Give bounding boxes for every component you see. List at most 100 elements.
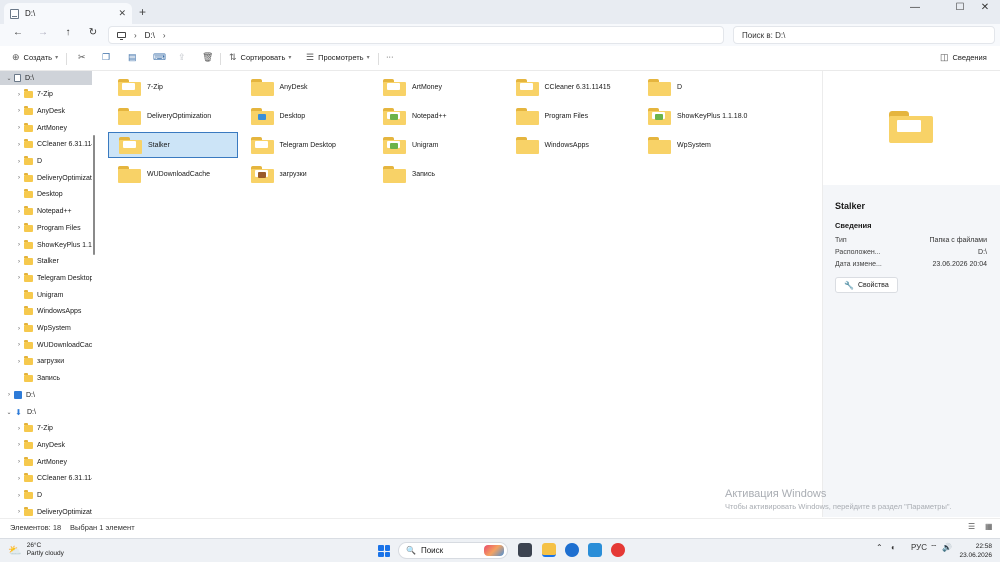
- chevron-right-icon[interactable]: ›: [14, 175, 24, 181]
- share-button[interactable]: ⇪: [178, 52, 190, 63]
- sidebar-item[interactable]: › CCleaner 6.31.114: [0, 472, 92, 486]
- folder-item[interactable]: CCleaner 6.31.11415: [506, 74, 636, 100]
- sidebar-item[interactable]: › ArtMoney: [0, 455, 92, 469]
- sidebar-item[interactable]: › Stalker: [0, 255, 92, 269]
- forward-button[interactable]: →: [35, 27, 51, 38]
- tiles-view-icon[interactable]: ▦: [985, 522, 993, 531]
- more-options-button[interactable]: ···: [386, 52, 394, 61]
- file-explorer-icon[interactable]: [542, 543, 556, 557]
- minimize-button[interactable]: —: [900, 2, 930, 13]
- cut-button[interactable]: ✂: [78, 52, 90, 63]
- chevron-right-icon[interactable]: ›: [14, 342, 24, 348]
- sidebar-item[interactable]: › D:\: [0, 388, 92, 402]
- folder-item[interactable]: Desktop: [241, 103, 371, 129]
- back-button[interactable]: ←: [10, 27, 26, 38]
- search-input[interactable]: Поиск в: D:\: [733, 26, 995, 44]
- sidebar-item[interactable]: › AnyDesk: [0, 104, 92, 118]
- sidebar-item[interactable]: › D: [0, 489, 92, 503]
- folder-item[interactable]: ArtMoney: [373, 74, 503, 100]
- folder-item[interactable]: Program Files: [506, 103, 636, 129]
- chevron-right-icon[interactable]: ›: [14, 426, 24, 432]
- clock[interactable]: 22:58 23.06.2026: [958, 542, 992, 560]
- sidebar-item[interactable]: › WpSystem: [0, 322, 92, 336]
- sidebar-item[interactable]: Запись: [0, 372, 92, 386]
- sidebar-item[interactable]: › загрузки: [0, 355, 92, 369]
- sidebar-item[interactable]: Desktop: [0, 188, 92, 202]
- chevron-down-icon[interactable]: ⌄: [4, 75, 14, 82]
- folder-item[interactable]: Notepad++: [373, 103, 503, 129]
- app-icon[interactable]: [588, 543, 602, 557]
- sidebar-item[interactable]: › ShowKeyPlus 1.1.: [0, 238, 92, 252]
- sidebar-item[interactable]: › AnyDesk: [0, 438, 92, 452]
- sidebar-item[interactable]: › D: [0, 155, 92, 169]
- sidebar-item[interactable]: › Telegram Desktop: [0, 271, 92, 285]
- task-view-icon[interactable]: [518, 543, 532, 557]
- folder-item[interactable]: Telegram Desktop: [241, 132, 371, 158]
- properties-button[interactable]: 🔧 Свойства: [835, 277, 898, 293]
- folder-item[interactable]: Unigram: [373, 132, 503, 158]
- tab-close-icon[interactable]: ✕: [118, 8, 126, 19]
- folder-item[interactable]: Stalker: [108, 132, 238, 158]
- chevron-right-icon[interactable]: ›: [4, 392, 14, 398]
- chevron-down-icon[interactable]: ⌄: [4, 409, 14, 416]
- folder-item[interactable]: WindowsApps: [506, 132, 636, 158]
- refresh-button[interactable]: ↻: [85, 27, 101, 38]
- folder-item[interactable]: загрузки: [241, 161, 371, 187]
- folder-item[interactable]: ShowKeyPlus 1.1.18.0: [638, 103, 768, 129]
- start-button[interactable]: [378, 545, 390, 557]
- chevron-right-icon[interactable]: ›: [14, 509, 24, 515]
- breadcrumb-d-drive[interactable]: D:\: [145, 31, 155, 40]
- weather-widget[interactable]: ⛅ 26°C Partly cloudy: [8, 542, 64, 558]
- sidebar-item[interactable]: › WUDownloadCac: [0, 338, 92, 352]
- folder-item[interactable]: AnyDesk: [241, 74, 371, 100]
- details-pane-button[interactable]: ◫ Сведения: [940, 52, 987, 63]
- paste-button[interactable]: ▤: [128, 52, 141, 63]
- close-button[interactable]: ✕: [970, 2, 1000, 13]
- chevron-right-icon[interactable]: ›: [14, 476, 24, 482]
- folder-item[interactable]: WUDownloadCache: [108, 161, 238, 187]
- sidebar-item[interactable]: › CCleaner 6.31.114: [0, 138, 92, 152]
- address-bar[interactable]: › D:\ ›: [108, 26, 724, 44]
- new-tab-button[interactable]: +: [139, 5, 146, 19]
- details-view-icon[interactable]: ☰: [968, 522, 975, 531]
- chevron-right-icon[interactable]: ›: [14, 459, 24, 465]
- sort-button[interactable]: ⇅ Сортировать ▾: [229, 52, 291, 63]
- chevron-right-icon[interactable]: ›: [14, 225, 24, 231]
- tab-d-drive[interactable]: D:\ ✕: [4, 3, 132, 24]
- chevron-right-icon[interactable]: ›: [14, 159, 24, 165]
- chevron-right-icon[interactable]: ›: [14, 92, 24, 98]
- rename-button[interactable]: ⌨: [153, 52, 170, 63]
- copy-button[interactable]: ❐: [102, 52, 114, 63]
- sidebar-item[interactable]: WindowsApps: [0, 305, 92, 319]
- chevron-right-icon[interactable]: ›: [14, 242, 24, 248]
- chevron-right-icon[interactable]: ›: [14, 442, 24, 448]
- sidebar-item[interactable]: ⌄ D:\: [0, 71, 92, 85]
- folder-item[interactable]: Запись: [373, 161, 503, 187]
- sidebar-item[interactable]: › ArtMoney: [0, 121, 92, 135]
- chevron-right-icon[interactable]: ›: [14, 493, 24, 499]
- chevron-right-icon[interactable]: ›: [134, 31, 137, 40]
- chevron-up-icon[interactable]: ⌃: [876, 543, 883, 552]
- delete-button[interactable]: 🗑: [202, 52, 217, 63]
- view-button[interactable]: ☰ Просмотреть ▾: [306, 52, 370, 63]
- chevron-right-icon[interactable]: ›: [14, 259, 24, 265]
- chevron-right-icon[interactable]: ›: [14, 125, 24, 131]
- sidebar-item[interactable]: › 7-Zip: [0, 422, 92, 436]
- yandex-browser-icon[interactable]: [611, 543, 625, 557]
- sidebar-item[interactable]: › Notepad++: [0, 205, 92, 219]
- telegram-icon[interactable]: [565, 543, 579, 557]
- sidebar-item[interactable]: ⌄ ⬇ D:\: [0, 405, 92, 419]
- sidebar-item[interactable]: › 7-Zip: [0, 88, 92, 102]
- taskbar-search[interactable]: 🔍 Поиск: [398, 542, 508, 559]
- language-indicator[interactable]: РУС: [911, 543, 927, 552]
- chevron-right-icon[interactable]: ›: [14, 108, 24, 114]
- folder-item[interactable]: D: [638, 74, 768, 100]
- chevron-right-icon[interactable]: ›: [14, 326, 24, 332]
- sidebar-scrollbar[interactable]: [93, 135, 95, 255]
- sidebar-item[interactable]: › DeliveryOptimizat: [0, 505, 92, 517]
- sidebar-item[interactable]: › Program Files: [0, 221, 92, 235]
- chevron-right-icon[interactable]: ›: [163, 31, 166, 40]
- chevron-right-icon[interactable]: ›: [14, 209, 24, 215]
- chevron-right-icon[interactable]: ›: [14, 275, 24, 281]
- tray-app-icon[interactable]: ◐: [891, 543, 896, 552]
